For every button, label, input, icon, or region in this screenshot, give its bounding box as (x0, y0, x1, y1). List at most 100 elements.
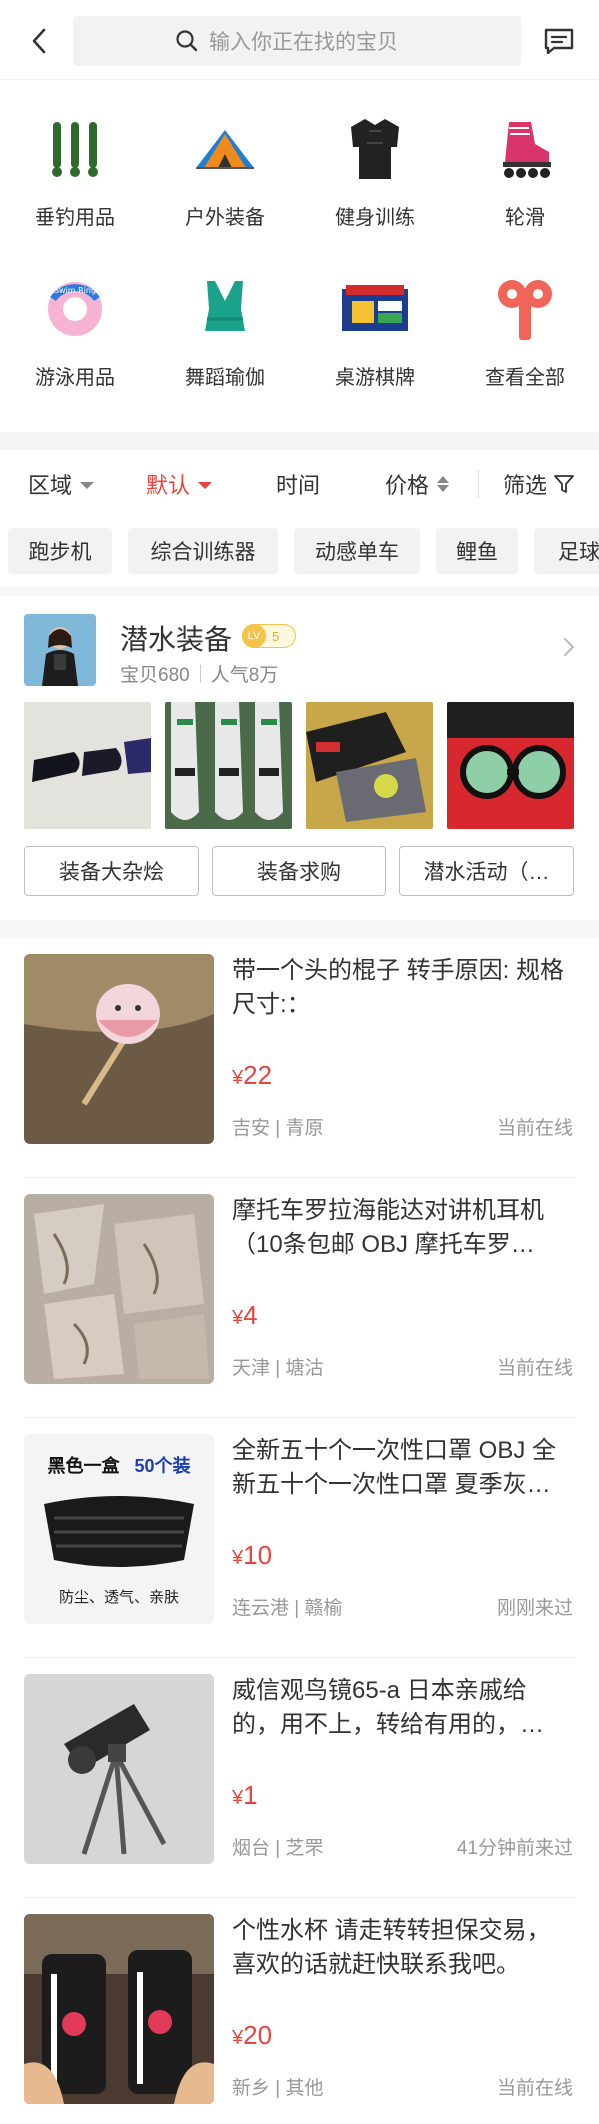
pond-topic-button[interactable]: 潜水活动（… (399, 846, 574, 896)
price-value: 4 (243, 1300, 258, 1330)
top-bar: 输入你正在找的宝贝 (0, 0, 599, 80)
item-title: 全新五十个一次性口罩 OBJ 全新五十个一次性口罩 夏季灰… (232, 1437, 557, 1498)
tag-chip[interactable]: 足球 (534, 528, 599, 574)
caret-down-icon (80, 481, 95, 489)
category-swimming[interactable]: Swim Ring 游泳用品 (0, 240, 150, 390)
thumb-caption: 黑色一盒 50个装 (24, 1452, 214, 1478)
section-gap (0, 920, 599, 938)
board-game-icon (340, 274, 410, 343)
divider (199, 664, 201, 683)
level-badge: LV 5 (242, 624, 296, 648)
category-label: 轮滑 (505, 207, 545, 229)
list-item[interactable]: 摩托车罗拉海能达对讲机耳机 （10条包邮 OBJ 摩托车罗… ¥4 天津 | 塘… (0, 1178, 599, 1418)
seller-status: 当前在线 (496, 1118, 573, 1139)
item-title: 个性水杯 请走转转担保交易，喜欢的话就赶快联系我吧。 (232, 1917, 551, 1978)
item-price: ¥20 (232, 2020, 272, 2051)
item-location: 连云港 | 赣榆 (232, 1598, 343, 1619)
list-item[interactable]: 个性水杯 请走转转担保交易，喜欢的话就赶快联系我吧。 ¥20 新乡 | 其他 当… (0, 1898, 599, 2124)
tag-chip[interactable]: 动感单车 (294, 528, 420, 574)
currency-symbol: ¥ (232, 1307, 244, 1329)
pond-title: 潜水装备 (120, 624, 233, 655)
filter-region[interactable]: 区域 (28, 450, 95, 518)
thumb-caption-2: 50个装 (134, 1456, 191, 1476)
category-label: 垂钓用品 (35, 207, 115, 229)
pond-image[interactable] (306, 702, 433, 829)
category-view-all[interactable]: 查看全部 (450, 240, 599, 390)
filter-button[interactable]: 筛选 (503, 450, 575, 518)
sort-arrows-icon (437, 476, 450, 492)
item-title: 威信观鸟镜65-a 日本亲戚给的，用不上，转给有用的，… (232, 1677, 544, 1738)
category-board-games[interactable]: 桌游棋牌 (300, 240, 450, 390)
category-fitness[interactable]: 健身训练 (300, 80, 450, 230)
price-value: 20 (243, 2020, 273, 2050)
roller-skate-icon (490, 114, 560, 183)
seller-status: 当前在线 (496, 1358, 573, 1379)
item-title: 摩托车罗拉海能达对讲机耳机 （10条包邮 OBJ 摩托车罗… (232, 1197, 544, 1258)
currency-symbol: ¥ (232, 1067, 244, 1089)
category-dance-yoga[interactable]: 舞蹈瑜伽 (150, 240, 300, 390)
filter-button-label: 筛选 (503, 473, 548, 498)
price-value: 22 (243, 1060, 273, 1090)
pond-image[interactable] (165, 702, 292, 829)
list-item[interactable]: 带一个头的棍子 转手原因: 规格尺寸:： ¥22 吉安 | 青原 当前在线 (0, 938, 599, 1178)
pond-topic-button[interactable]: 装备大杂烩 (24, 846, 199, 896)
pond-topic-button[interactable]: 装备求购 (212, 846, 386, 896)
pond-image[interactable] (24, 702, 151, 829)
category-label: 舞蹈瑜伽 (185, 367, 265, 389)
section-gap (0, 586, 599, 596)
level-prefix: LV (242, 624, 266, 648)
pond-popularity: 人气8万 (210, 665, 279, 686)
list-item[interactable]: 威信观鸟镜65-a 日本亲戚给的，用不上，转给有用的，… ¥1 烟台 | 芝罘 … (0, 1658, 599, 1898)
category-label: 健身训练 (335, 207, 415, 229)
sport-shirt-icon (340, 114, 410, 183)
item-title: 带一个头的棍子 转手原因: 规格尺寸:： (232, 957, 565, 1018)
category-label: 查看全部 (485, 367, 565, 389)
filter-bar: 区域 默认 时间 价格 筛选 (0, 450, 599, 518)
back-button[interactable] (24, 24, 54, 58)
item-price: ¥10 (232, 1540, 272, 1571)
pond-image[interactable] (447, 702, 574, 829)
thumb-caption-3: 防尘、透气、亲肤 (58, 1589, 179, 1606)
filter-price[interactable]: 价格 (385, 450, 450, 518)
category-fishing[interactable]: 垂钓用品 (0, 80, 150, 230)
pond-card[interactable]: 潜水装备 LV 5 宝贝680 人气8万 装备大杂烩 装备求购 潜水活动（… (0, 596, 599, 896)
windup-key-icon (490, 274, 560, 343)
search-icon (173, 27, 201, 55)
chevron-left-icon (32, 28, 46, 54)
search-input[interactable]: 输入你正在找的宝贝 (73, 16, 521, 66)
filter-default[interactable]: 默认 (146, 450, 213, 518)
sports-bra-icon (190, 274, 260, 343)
tag-chip[interactable]: 跑步机 (8, 528, 112, 574)
category-outdoor[interactable]: 户外装备 (150, 80, 300, 230)
funnel-icon (554, 475, 574, 493)
list-item[interactable]: 黑色一盒 50个装 防尘、透气、亲肤 全新五十个一次性口罩 OBJ 全新五十个一… (0, 1418, 599, 1658)
category-grid: 垂钓用品 户外装备 健身训练 轮滑 Swim Ring 游泳用品 舞蹈瑜伽 桌游… (0, 80, 599, 432)
item-image (24, 1914, 214, 2104)
tag-chip[interactable]: 鲤鱼 (436, 528, 518, 574)
item-image (24, 1674, 214, 1864)
price-value: 10 (243, 1540, 273, 1570)
item-image (24, 1194, 214, 1384)
filter-region-label: 区域 (28, 473, 73, 498)
item-location: 烟台 | 芝罘 (232, 1838, 324, 1859)
item-location: 天津 | 塘沽 (232, 1358, 324, 1379)
item-location: 新乡 | 其他 (232, 2078, 324, 2099)
category-skating[interactable]: 轮滑 (450, 80, 599, 230)
level-number: 5 (272, 628, 280, 644)
filter-default-label: 默认 (146, 473, 191, 498)
item-image: 黑色一盒 50个装 防尘、透气、亲肤 (24, 1434, 214, 1624)
category-label: 户外装备 (185, 207, 265, 229)
chevron-right-icon (562, 636, 578, 660)
caret-down-icon (198, 481, 213, 489)
seller-status: 当前在线 (496, 2078, 573, 2099)
item-location: 吉安 | 青原 (232, 1118, 324, 1139)
fishing-floats-icon (40, 114, 110, 183)
item-image (24, 954, 214, 1144)
filter-time[interactable]: 时间 (276, 450, 320, 518)
category-label: 桌游棋牌 (335, 367, 415, 389)
message-button[interactable] (542, 25, 576, 57)
pond-stats: 宝贝680 人气8万 (120, 660, 278, 687)
currency-symbol: ¥ (232, 2027, 244, 2049)
currency-symbol: ¥ (232, 1787, 244, 1809)
tag-chip[interactable]: 综合训练器 (128, 528, 278, 574)
